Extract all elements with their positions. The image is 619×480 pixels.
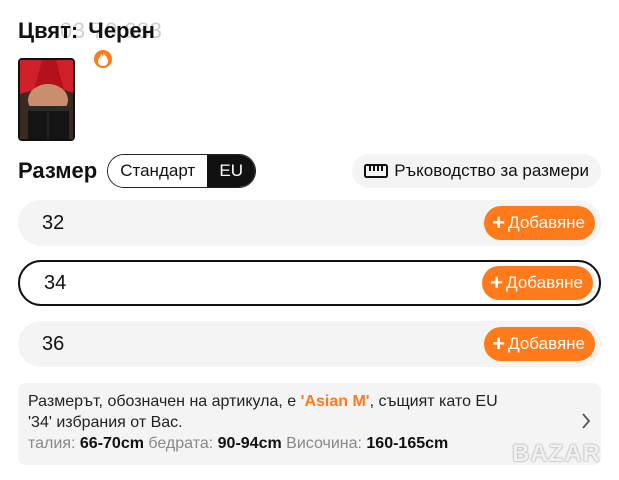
asian-size-highlight: 'Asian M' — [300, 393, 370, 410]
hips-value: 90-94cm — [217, 435, 282, 452]
color-thumbnail[interactable] — [18, 58, 75, 141]
add-button[interactable]: + Добавяне — [484, 206, 595, 240]
ruler-icon — [364, 164, 389, 178]
size-option-32[interactable]: 32 + Добавяне — [18, 200, 601, 246]
bazar-watermark-logo: BAZAR — [512, 440, 601, 467]
eu-tab[interactable]: EU — [207, 155, 256, 187]
measurements: талия: 66-70cm бедрата: 90-94cm Височина… — [28, 433, 561, 455]
add-button[interactable]: + Добавяне — [482, 266, 593, 300]
add-button[interactable]: + Добавяне — [484, 327, 595, 361]
size-value: 32 — [42, 211, 65, 234]
info-text-before: Размерът, обозначен на артикула, е — [28, 393, 301, 410]
size-option-34[interactable]: 34 + Добавяне — [18, 260, 601, 306]
plus-icon: + — [490, 270, 504, 295]
add-button-label: Добавяне — [508, 334, 585, 353]
chevron-right-icon — [582, 413, 591, 429]
size-guide-button[interactable]: Ръководство за размери — [352, 154, 601, 188]
plus-icon: + — [492, 210, 506, 235]
standard-tab[interactable]: Стандарт — [108, 155, 208, 187]
size-selector-header: Размер Стандарт EU Ръководство за размер… — [18, 154, 601, 188]
add-button-label: Добавяне — [508, 213, 585, 232]
size-title: Размер — [18, 158, 98, 183]
add-button-label: Добавяне — [506, 273, 583, 292]
size-guide-label: Ръководство за размери — [394, 161, 589, 180]
waist-value: 66-70cm — [79, 435, 144, 452]
size-info-text: Размерът, обозначен на артикула, е 'Asia… — [28, 391, 561, 412]
height-label: Височина: — [286, 435, 362, 452]
height-value: 160-165cm — [366, 435, 449, 452]
size-value: 34 — [44, 271, 67, 294]
color-label: Цвят: — [18, 18, 79, 43]
size-standard-toggle: Стандарт EU — [107, 154, 257, 188]
plus-icon: + — [492, 331, 506, 356]
color-header: Цвят: Черен — [18, 16, 155, 46]
fire-icon — [92, 48, 114, 70]
info-text-after: , същият като EU — [369, 393, 498, 410]
product-image — [20, 60, 73, 139]
size-option-36[interactable]: 36 + Добавяне — [18, 321, 601, 367]
size-info-line2: '34' избрания от Вас. — [28, 414, 183, 431]
color-value: Черен — [88, 18, 155, 43]
hips-label: бедрата: — [148, 435, 214, 452]
waist-label: талия: — [28, 435, 76, 452]
size-value: 36 — [42, 332, 65, 355]
